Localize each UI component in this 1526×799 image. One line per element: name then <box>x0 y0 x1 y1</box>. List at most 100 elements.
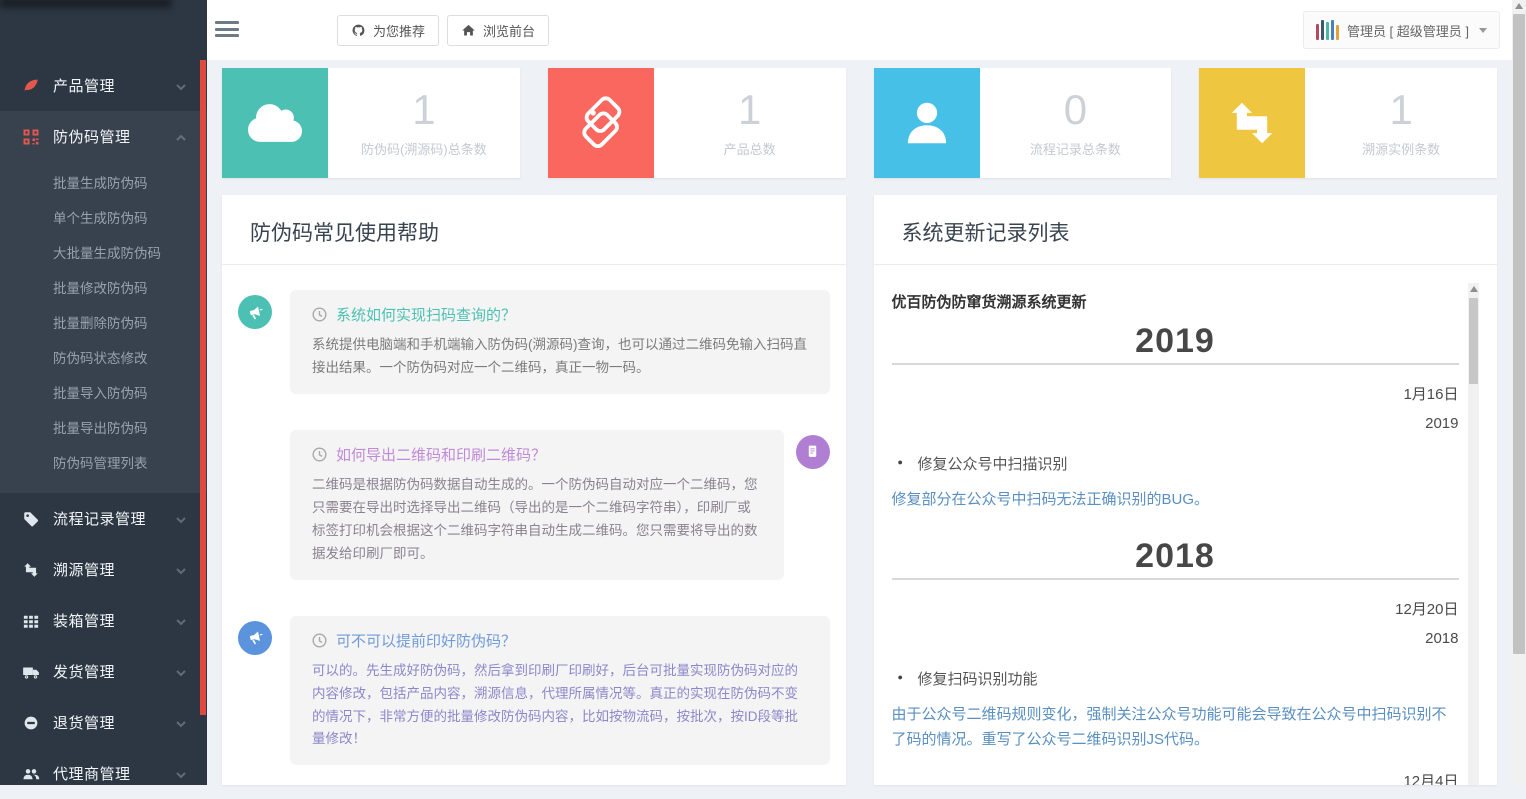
sidebar-item-label: 代理商管理 <box>53 763 175 784</box>
sidebar-submenu: 批量生成防伪码 单个生成防伪码 大批量生成防伪码 批量修改防伪码 批量删除防伪码… <box>0 162 207 493</box>
faq-answer: 系统提供电脑端和手机端输入防伪码(溯源码)查询，也可以通过二维码免输入扫码直接出… <box>312 334 808 380</box>
scroll-up-arrow-icon[interactable] <box>1515 3 1523 9</box>
sidebar-item-agent-mgmt[interactable]: 代理商管理 <box>0 748 207 799</box>
sidebar: 产品管理 <box>0 0 207 785</box>
sidebar-subitem-single-generate[interactable]: 单个生成防伪码 <box>0 201 207 236</box>
sidebar-scrollbar-thumb[interactable] <box>200 60 206 715</box>
stat-label: 溯源实例条数 <box>1362 139 1440 158</box>
stat-card-products-total: 1 产品总数 <box>548 68 846 178</box>
sidebar-item-trace-mgmt[interactable]: 溯源管理 <box>0 544 207 595</box>
updates-section-2018: 2018 12月20日 2018 修复扫码识别功能 由于公众号二维码规则变化，强… <box>892 537 1459 785</box>
updates-panel: 系统更新记录列表 优百防伪防窜货溯源系统更新 2019 1月16日 2019 修… <box>874 195 1498 785</box>
update-item-title: 修复扫码识别功能 <box>892 668 1459 689</box>
faq-answer: 二维码是根据防伪码数据自动生成的。一个防伪码自动对应一个二维码，您只需要在导出时… <box>312 474 762 566</box>
stat-card-codes-total: 1 防伪码(溯源码)总条数 <box>222 68 520 178</box>
users-icon <box>22 765 40 783</box>
caret-down-icon <box>1479 28 1487 33</box>
chevron-down-icon <box>175 564 187 576</box>
faq-question: 如何导出二维码和印刷二维码？ <box>336 444 546 465</box>
update-item-desc: 由于公众号二维码规则变化，强制关注公众号功能可能会导致在公众号中扫码识别不了码的… <box>892 703 1459 753</box>
page-scrollbar-thumb[interactable] <box>1513 14 1525 654</box>
sidebar-subitem-batch-modify[interactable]: 批量修改防伪码 <box>0 271 207 306</box>
sidebar-item-product-mgmt[interactable]: 产品管理 <box>0 60 207 111</box>
sidebar-item-process-records[interactable]: 流程记录管理 <box>0 493 207 544</box>
top-header: 为您推荐 浏览前台 管理员 [ 超级管理员 ] <box>207 0 1512 60</box>
sidebar-subitem-code-list[interactable]: 防伪码管理列表 <box>0 446 207 481</box>
user-menu-label: 管理员 [ 超级管理员 ] <box>1347 21 1469 40</box>
bullhorn-icon <box>238 295 272 329</box>
sidebar-nav: 产品管理 <box>0 60 207 799</box>
updates-panel-title: 系统更新记录列表 <box>874 195 1498 265</box>
chevron-down-icon <box>175 768 187 780</box>
update-year: 2018 <box>892 630 1459 647</box>
stat-label: 产品总数 <box>724 139 776 158</box>
year-heading: 2018 <box>892 537 1459 576</box>
truck-icon <box>22 663 40 681</box>
faq-list: 系统如何实现扫码查询的？ 系统提供电脑端和手机端输入防伪码(溯源码)查询，也可以… <box>222 265 846 785</box>
updates-scrollbar-thumb[interactable] <box>1469 298 1478 384</box>
grid-icon <box>22 612 40 630</box>
main-content: 1 防伪码(溯源码)总条数 1 产品总数 0 流程记录总条数 <box>207 60 1512 785</box>
app-logo <box>4 0 179 64</box>
browse-frontend-button[interactable]: 浏览前台 <box>447 15 549 46</box>
faq-item: 可不可以提前印好防伪码？ 可以的。先生成好防伪码，然后拿到印刷厂印刷好，后台可批… <box>238 616 830 766</box>
update-item-title: 修复公众号中扫描识别 <box>892 453 1459 474</box>
leaf-icon <box>22 77 40 95</box>
retweet-icon <box>1199 68 1305 178</box>
faq-question: 可不可以提前印好防伪码？ <box>336 630 516 651</box>
color-bars-logo-icon <box>1316 20 1339 40</box>
sidebar-item-code-mgmt[interactable]: 防伪码管理 <box>0 111 207 162</box>
stat-label: 防伪码(溯源码)总条数 <box>361 139 487 158</box>
sidebar-item-packing-mgmt[interactable]: 装箱管理 <box>0 595 207 646</box>
faq-answer: 可以的。先生成好防伪码，然后拿到印刷厂印刷好，后台可批量实现防伪码对应的内容修改… <box>312 660 808 752</box>
cloud-icon <box>222 68 328 178</box>
sidebar-item-label: 流程记录管理 <box>53 508 175 529</box>
clock-icon <box>312 633 327 648</box>
updates-section-2019: 2019 1月16日 2019 修复公众号中扫描识别 修复部分在公众号中扫码无法… <box>892 322 1459 513</box>
chevron-down-icon <box>175 717 187 729</box>
home-icon <box>461 23 476 38</box>
year-heading: 2019 <box>892 322 1459 361</box>
stat-label: 流程记录总条数 <box>1030 139 1121 158</box>
page-scrollbar[interactable] <box>1512 0 1526 785</box>
divider <box>892 578 1459 580</box>
sidebar-subitem-status-modify[interactable]: 防伪码状态修改 <box>0 341 207 376</box>
clock-icon <box>312 447 327 462</box>
stat-card-process-records: 0 流程记录总条数 <box>874 68 1172 178</box>
stat-value: 1 <box>1389 89 1412 131</box>
sidebar-subitem-bulk-generate[interactable]: 大批量生成防伪码 <box>0 236 207 271</box>
sidebar-item-label: 退货管理 <box>53 712 175 733</box>
sidebar-subitem-batch-export[interactable]: 批量导出防伪码 <box>0 411 207 446</box>
sidebar-item-returns-mgmt[interactable]: 退货管理 <box>0 697 207 748</box>
sidebar-subitem-batch-generate[interactable]: 批量生成防伪码 <box>0 166 207 201</box>
chevron-down-icon <box>175 80 187 92</box>
sidebar-subitem-batch-delete[interactable]: 批量删除防伪码 <box>0 306 207 341</box>
tags-icon <box>548 68 654 178</box>
chevron-down-icon <box>175 513 187 525</box>
stat-card-trace-instances: 1 溯源实例条数 <box>1199 68 1497 178</box>
minus-circle-icon <box>22 714 40 732</box>
faq-panel: 防伪码常见使用帮助 系统如何实现扫码查询的？ 系统提供电脑端和手机端输入防伪码(… <box>222 195 846 785</box>
stat-value: 1 <box>738 89 761 131</box>
update-year: 2019 <box>892 415 1459 432</box>
sidebar-item-label: 产品管理 <box>53 75 175 96</box>
divider <box>892 363 1459 365</box>
tag-icon <box>22 510 40 528</box>
sidebar-item-shipping-mgmt[interactable]: 发货管理 <box>0 646 207 697</box>
hamburger-icon[interactable] <box>215 21 239 39</box>
scroll-up-arrow-icon[interactable] <box>1470 286 1478 292</box>
faq-panel-title: 防伪码常见使用帮助 <box>222 195 846 265</box>
logo-smudge <box>0 0 172 8</box>
updates-scrollbar[interactable] <box>1468 283 1479 785</box>
recommend-button-label: 为您推荐 <box>373 21 425 40</box>
recommend-button[interactable]: 为您推荐 <box>337 15 439 46</box>
sidebar-item-label: 防伪码管理 <box>53 126 175 147</box>
sidebar-subitem-batch-import[interactable]: 批量导入防伪码 <box>0 376 207 411</box>
update-date: 1月16日 <box>892 383 1459 404</box>
sidebar-group-anticounterfeit: 防伪码管理 批量生成防伪码 单个生成防伪码 大批量生成防伪码 批量修改防伪码 批… <box>0 111 207 493</box>
retweet-icon <box>22 561 40 579</box>
faq-item: 如何导出二维码和印刷二维码？ 二维码是根据防伪码数据自动生成的。一个防伪码自动对… <box>238 430 830 580</box>
browse-frontend-button-label: 浏览前台 <box>483 21 535 40</box>
user-menu[interactable]: 管理员 [ 超级管理员 ] <box>1303 11 1500 49</box>
bullhorn-icon <box>238 621 272 655</box>
